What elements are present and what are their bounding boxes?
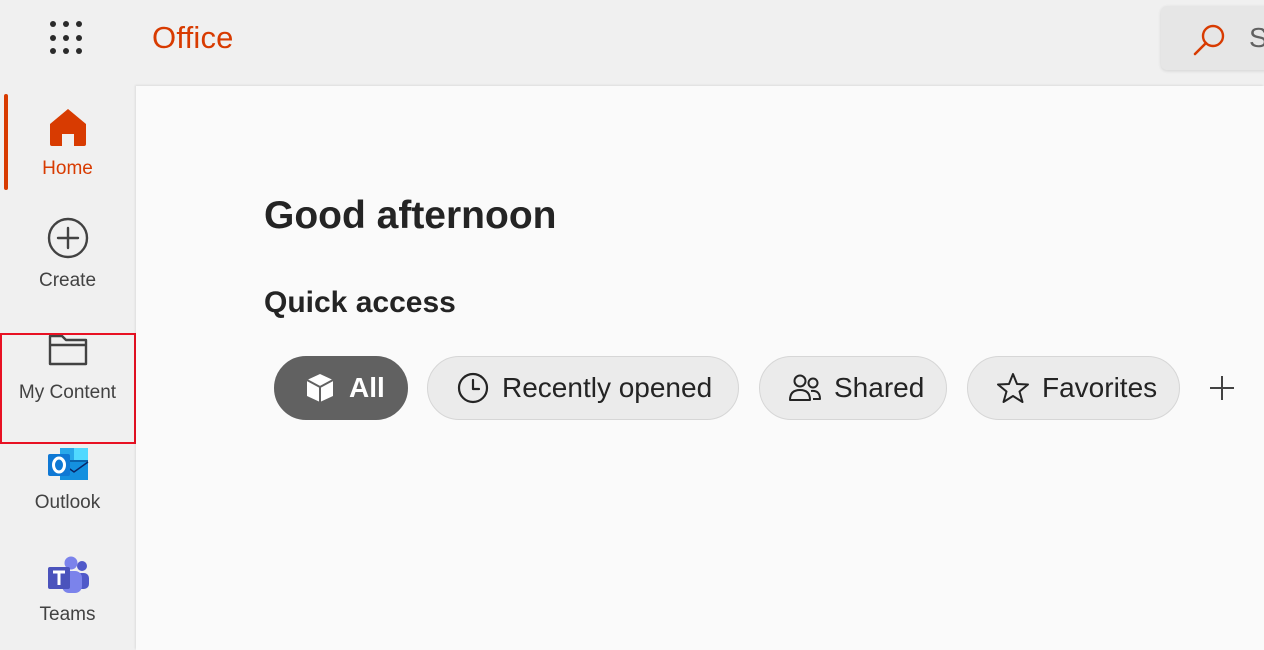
cube-icon: [306, 374, 334, 402]
filter-recently-opened-label: Recently opened: [502, 372, 713, 403]
waffle-icon[interactable]: [48, 18, 88, 58]
people-icon: [789, 374, 821, 401]
search-icon: [1193, 24, 1225, 56]
filter-all-button[interactable]: All: [274, 356, 408, 420]
greeting-heading: Good afternoon: [264, 194, 557, 237]
plus-icon[interactable]: [1204, 370, 1240, 406]
main-content: Good afternoon Quick access All Recently…: [136, 86, 1264, 650]
rail-item-home[interactable]: Home: [0, 86, 135, 198]
search-placeholder: S: [1249, 22, 1264, 53]
filter-favorites-label: Favorites: [1042, 372, 1158, 403]
rail-label-teams: Teams: [39, 604, 96, 625]
filter-shared-button[interactable]: Shared: [759, 356, 947, 420]
rail-label-create: Create: [38, 270, 97, 291]
rail-label-outlook: Outlook: [34, 492, 101, 513]
top-bar: Office S: [0, 0, 1264, 86]
filter-recently-opened-button[interactable]: Recently opened: [427, 356, 739, 420]
add-circle-icon: [47, 217, 89, 259]
home-icon: [50, 109, 86, 146]
search-box[interactable]: S: [1161, 6, 1264, 70]
clock-icon: [457, 372, 489, 404]
office-brand-link[interactable]: Office: [152, 20, 234, 56]
outlook-icon: [48, 448, 89, 480]
teams-icon: [48, 556, 89, 593]
rail-item-teams[interactable]: Teams: [0, 534, 135, 646]
outlook-highlight-box: [0, 333, 136, 444]
filter-favorites-button[interactable]: Favorites: [967, 356, 1180, 420]
filter-shared-label: Shared: [834, 372, 925, 403]
rail-label-home: Home: [42, 158, 93, 179]
quick-access-heading: Quick access: [264, 286, 456, 319]
star-icon: [997, 373, 1029, 403]
filter-all-label: All: [349, 372, 385, 403]
rail-item-create[interactable]: Create: [0, 198, 135, 310]
